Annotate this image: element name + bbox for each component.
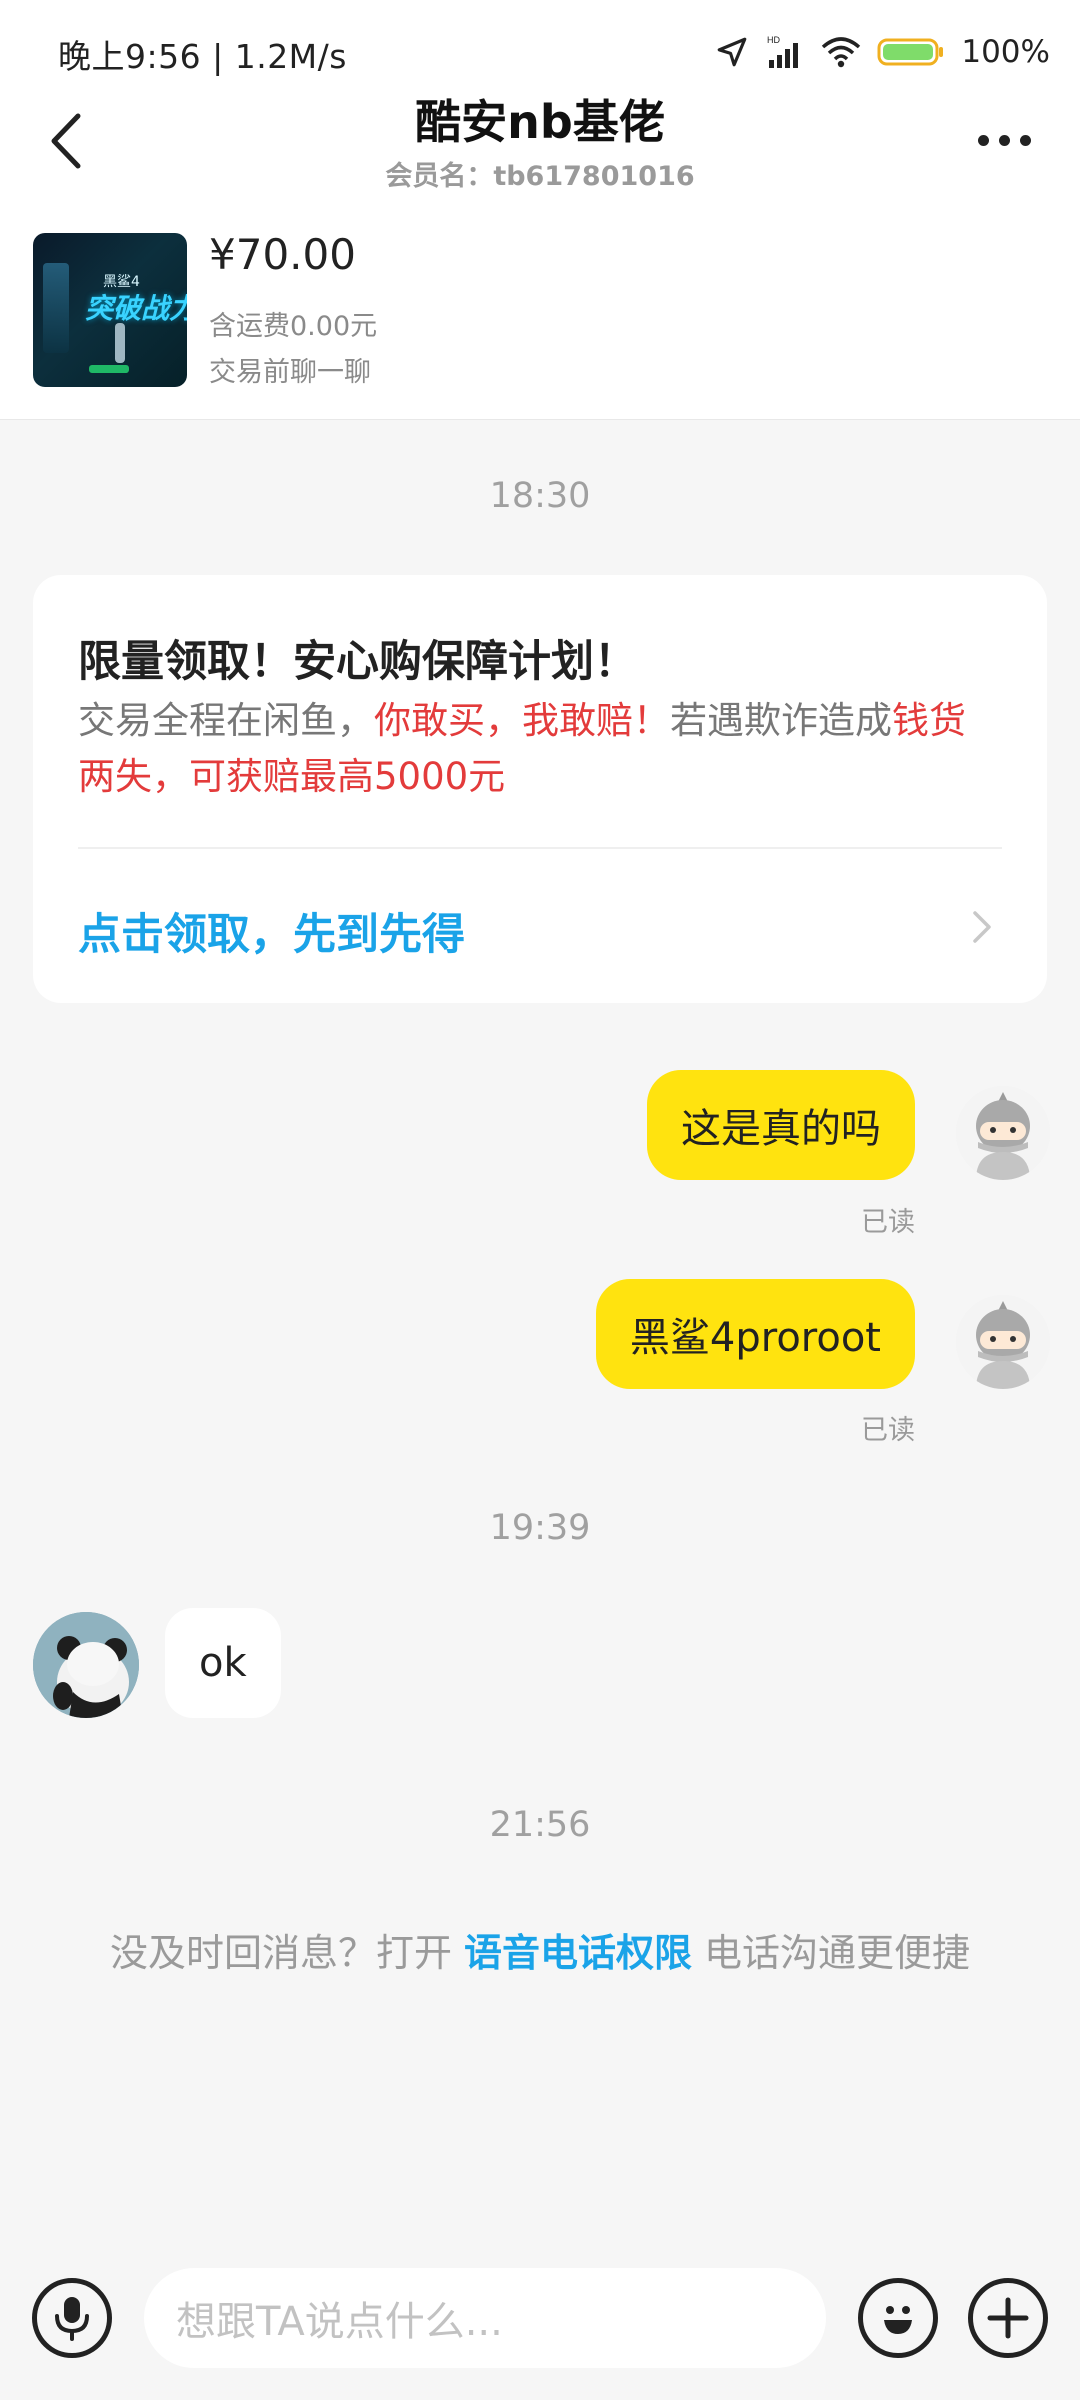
avatar[interactable] bbox=[956, 1086, 1050, 1180]
location-icon bbox=[718, 37, 747, 67]
emoji-button[interactable] bbox=[858, 2278, 938, 2358]
product-card[interactable]: 黑鲨4 突破战力 ¥70.00 含运费0.00元 交易前聊一聊 bbox=[0, 200, 1080, 420]
product-thumbnail[interactable]: 黑鲨4 突破战力 bbox=[33, 233, 187, 387]
product-note: 交易前聊一聊 bbox=[209, 357, 371, 388]
timestamp: 21:56 bbox=[489, 1805, 591, 1845]
logo-icon bbox=[89, 365, 129, 373]
divider bbox=[78, 847, 1002, 849]
input-bar: 想跟TA说点什么... bbox=[0, 2260, 1080, 2400]
read-status: 已读 bbox=[861, 1415, 915, 1446]
plus-button[interactable] bbox=[968, 2278, 1048, 2358]
message-bubble-outgoing[interactable]: 这是真的吗 bbox=[647, 1070, 915, 1180]
protection-card: 限量领取！安心购保障计划！ 交易全程在闲鱼，你敢买，我敢赔！若遇欺诈造成钱货两失… bbox=[33, 575, 1047, 1003]
panda-avatar-icon bbox=[33, 1612, 139, 1718]
ninja-avatar-icon bbox=[956, 1295, 1050, 1389]
claim-link[interactable]: 点击领取，先到先得 bbox=[78, 900, 465, 962]
battery-percent: 100% bbox=[961, 34, 1050, 70]
svg-text:HD: HD bbox=[767, 35, 780, 45]
ninja-avatar-icon bbox=[956, 1086, 1050, 1180]
member-name: 会员名：tb617801016 bbox=[385, 161, 695, 192]
status-icons: HD 100% bbox=[715, 28, 1050, 76]
emoji-icon bbox=[884, 2306, 912, 2334]
avatar[interactable] bbox=[956, 1295, 1050, 1389]
microphone-icon bbox=[55, 2297, 89, 2341]
wifi-icon bbox=[822, 37, 861, 68]
product-shipping: 含运费0.00元 bbox=[209, 311, 378, 342]
chevron-right-icon bbox=[973, 911, 991, 943]
plus-icon bbox=[987, 2297, 1029, 2339]
thumb-slogan: 突破战力 bbox=[85, 292, 187, 325]
timestamp: 18:30 bbox=[489, 476, 591, 516]
message-bubble-outgoing[interactable]: 黑鲨4proroot bbox=[595, 1279, 915, 1389]
card-title: 限量领取！安心购保障计划！ bbox=[78, 637, 637, 687]
battery-icon bbox=[877, 38, 944, 66]
more-icon bbox=[977, 134, 989, 146]
chat-header: 酷安nb基佬 会员名：tb617801016 bbox=[0, 80, 1080, 200]
more-button[interactable] bbox=[964, 120, 1044, 160]
voice-button[interactable] bbox=[32, 2278, 112, 2358]
read-status: 已读 bbox=[861, 1207, 915, 1238]
contact-name: 酷安nb基佬 bbox=[415, 95, 665, 149]
signal-icon: HD bbox=[767, 35, 799, 68]
voice-call-tip: 没及时回消息？打开 语音电话权限 电话沟通更便捷 bbox=[109, 1931, 971, 1975]
message-input[interactable]: 想跟TA说点什么... bbox=[144, 2268, 826, 2368]
voice-permission-link[interactable]: 语音电话权限 bbox=[464, 1931, 692, 1975]
message-bubble-incoming[interactable]: ok bbox=[165, 1608, 281, 1718]
status-time-speed: 晚上9:56 | 1.2M/s bbox=[58, 37, 347, 76]
avatar[interactable] bbox=[33, 1612, 139, 1718]
product-price: ¥70.00 bbox=[209, 230, 356, 279]
timestamp: 19:39 bbox=[489, 1508, 591, 1548]
card-body: 交易全程在闲鱼，你敢买，我敢赔！若遇欺诈造成钱货两失，可获赔最高5000元 bbox=[78, 699, 966, 798]
